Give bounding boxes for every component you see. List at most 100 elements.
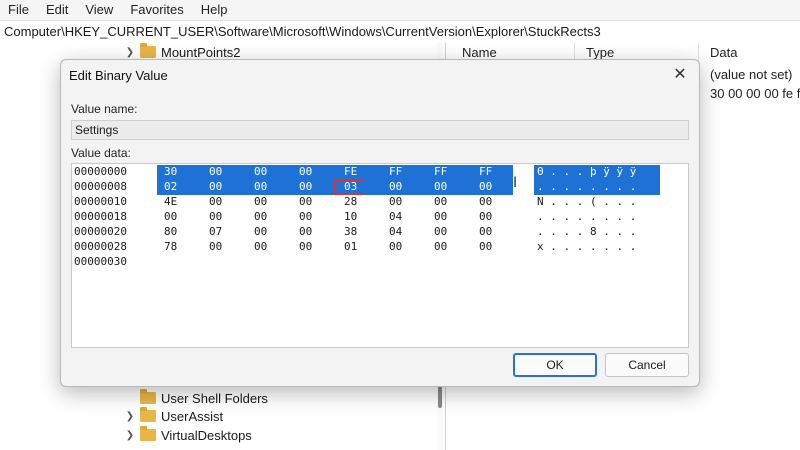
hex-address: 00000010 (74, 195, 127, 208)
hex-byte[interactable]: 00 (254, 195, 276, 208)
hex-byte[interactable]: 30 (164, 165, 186, 178)
hex-address: 00000018 (74, 210, 127, 223)
hex-byte[interactable]: 00 (209, 210, 231, 223)
cancel-button[interactable]: Cancel (605, 353, 689, 377)
edit-binary-value-dialog: Edit Binary Value ✕ Value name: Settings… (60, 59, 700, 387)
value-name-field: Settings (71, 120, 689, 140)
ascii-text[interactable]: N . . . ( . . . (537, 195, 636, 208)
hex-row[interactable]: 00000028 78 00 00 00 01 00 00 00 x . . . . . . . (72, 239, 688, 254)
ascii-text[interactable]: . . . . 8 . . . (537, 225, 636, 238)
tree-item-user-shell-folders[interactable]: User Shell Folders (124, 389, 268, 407)
hex-byte[interactable]: FF (389, 165, 411, 178)
hex-byte[interactable]: 00 (254, 210, 276, 223)
hex-byte[interactable]: 00 (389, 180, 411, 193)
column-name[interactable]: Name (462, 45, 497, 60)
folder-icon (140, 407, 156, 422)
hex-byte[interactable]: 00 (254, 240, 276, 253)
tree-item-userassist[interactable]: ❯ UserAssist (124, 407, 223, 425)
value-data-label: Value data: (71, 146, 131, 160)
hex-address: 00000030 (74, 255, 127, 268)
ascii-text[interactable]: 0 . . . þ ÿ ÿ ÿ (537, 165, 636, 178)
hex-byte[interactable]: 01 (344, 240, 366, 253)
address-path: Computer\HKEY_CURRENT_USER\Software\Micr… (4, 24, 601, 39)
hex-byte[interactable]: 00 (389, 195, 411, 208)
hex-byte[interactable]: 00 (299, 210, 321, 223)
hex-address: 00000000 (74, 165, 127, 178)
hex-byte[interactable]: 00 (209, 165, 231, 178)
hex-byte[interactable]: 00 (434, 240, 456, 253)
hex-byte[interactable]: FF (479, 165, 501, 178)
data-cell[interactable]: (value not set) (710, 67, 792, 82)
column-type[interactable]: Type (586, 45, 614, 60)
ascii-text[interactable]: x . . . . . . . (537, 240, 636, 253)
column-data[interactable]: Data (710, 45, 737, 60)
dialog-title: Edit Binary Value (69, 68, 168, 83)
hex-byte[interactable]: 00 (209, 240, 231, 253)
hex-byte[interactable]: 80 (164, 225, 186, 238)
hex-byte[interactable]: 02 (164, 180, 186, 193)
hex-byte[interactable]: 00 (299, 240, 321, 253)
folder-icon (140, 426, 156, 441)
ascii-text[interactable]: . . . . . . . . (537, 210, 636, 223)
tree-item-label: MountPoints2 (161, 44, 241, 60)
hex-byte[interactable]: 00 (299, 180, 321, 193)
hex-row[interactable]: 00000018 00 00 00 00 10 04 00 00 . . . . . . . . (72, 209, 688, 224)
hex-byte[interactable]: 00 (209, 195, 231, 208)
hex-byte[interactable]: 00 (299, 225, 321, 238)
tree-item-virtualdesktops[interactable]: ❯ VirtualDesktops (124, 426, 252, 444)
hex-byte[interactable]: 04 (389, 225, 411, 238)
hex-address: 00000008 (74, 180, 127, 193)
hex-row[interactable]: 00000030 (72, 254, 688, 269)
ok-button[interactable]: OK (513, 353, 597, 377)
hex-byte[interactable]: 00 (254, 180, 276, 193)
hex-byte[interactable]: 07 (209, 225, 231, 238)
hex-byte[interactable]: 00 (164, 210, 186, 223)
menu-edit[interactable]: Edit (38, 0, 77, 20)
hex-byte[interactable]: 00 (434, 195, 456, 208)
menu-file[interactable]: File (0, 0, 38, 20)
hex-byte[interactable]: 04 (389, 210, 411, 223)
hex-byte[interactable]: 00 (434, 225, 456, 238)
value-name-text: Settings (75, 123, 119, 137)
hex-byte[interactable]: 00 (209, 180, 231, 193)
chevron-right-icon[interactable]: ❯ (124, 47, 136, 58)
close-icon[interactable]: ✕ (669, 64, 691, 86)
hex-row[interactable]: 00000010 4E 00 00 00 28 00 00 00 N . . . ( . . . (72, 194, 688, 209)
hex-byte[interactable]: 00 (479, 180, 501, 193)
hex-byte[interactable]: 00 (434, 210, 456, 223)
hex-byte[interactable]: 00 (299, 165, 321, 178)
hex-byte[interactable]: 00 (479, 240, 501, 253)
hex-byte[interactable]: 00 (479, 210, 501, 223)
hex-byte[interactable]: 00 (254, 225, 276, 238)
chevron-right-icon[interactable]: ❯ (124, 430, 136, 441)
menu-favorites[interactable]: Favorites (122, 0, 192, 20)
hex-byte[interactable]: 00 (434, 180, 456, 193)
hex-byte[interactable]: 00 (254, 165, 276, 178)
folder-icon (140, 43, 156, 58)
hex-byte[interactable]: 00 (299, 195, 321, 208)
hex-byte[interactable]: 28 (344, 195, 366, 208)
hex-byte[interactable]: 78 (164, 240, 186, 253)
hex-byte[interactable]: FF (434, 165, 456, 178)
address-bar[interactable]: Computer\HKEY_CURRENT_USER\Software\Micr… (0, 20, 800, 44)
hex-byte[interactable]: 00 (389, 240, 411, 253)
hex-address: 00000028 (74, 240, 127, 253)
hex-byte[interactable]: 00 (479, 195, 501, 208)
hex-address: 00000020 (74, 225, 127, 238)
hex-byte[interactable]: 4E (164, 195, 186, 208)
hex-row[interactable]: 00000000 30 00 00 00 FE FF FF FF 0 . . . þ ÿ ÿ ÿ (72, 164, 688, 179)
hex-byte[interactable]: 00 (479, 225, 501, 238)
hex-byte[interactable]: 03 (344, 180, 366, 193)
chevron-right-icon[interactable]: ❯ (124, 411, 136, 422)
hex-row[interactable]: 00000020 80 07 00 00 38 04 00 00 . . . . 8 . . . (72, 224, 688, 239)
menu-bar: File Edit View Favorites Help (0, 0, 800, 20)
ascii-text[interactable]: . . . . . . . . (537, 180, 636, 193)
hex-byte[interactable]: FE (344, 165, 366, 178)
value-data-editor[interactable]: I 00000000 30 00 00 00 FE FF FF FF 0 . . . þ ÿ ÿ … (71, 163, 689, 348)
menu-help[interactable]: Help (193, 0, 237, 20)
menu-view[interactable]: View (77, 0, 122, 20)
hex-byte[interactable]: 38 (344, 225, 366, 238)
data-cell[interactable]: 30 00 00 00 fe ff (710, 86, 800, 101)
hex-row[interactable]: 00000008 02 00 00 00 03 00 00 00 . . . . . . . . (72, 179, 688, 194)
hex-byte[interactable]: 10 (344, 210, 366, 223)
